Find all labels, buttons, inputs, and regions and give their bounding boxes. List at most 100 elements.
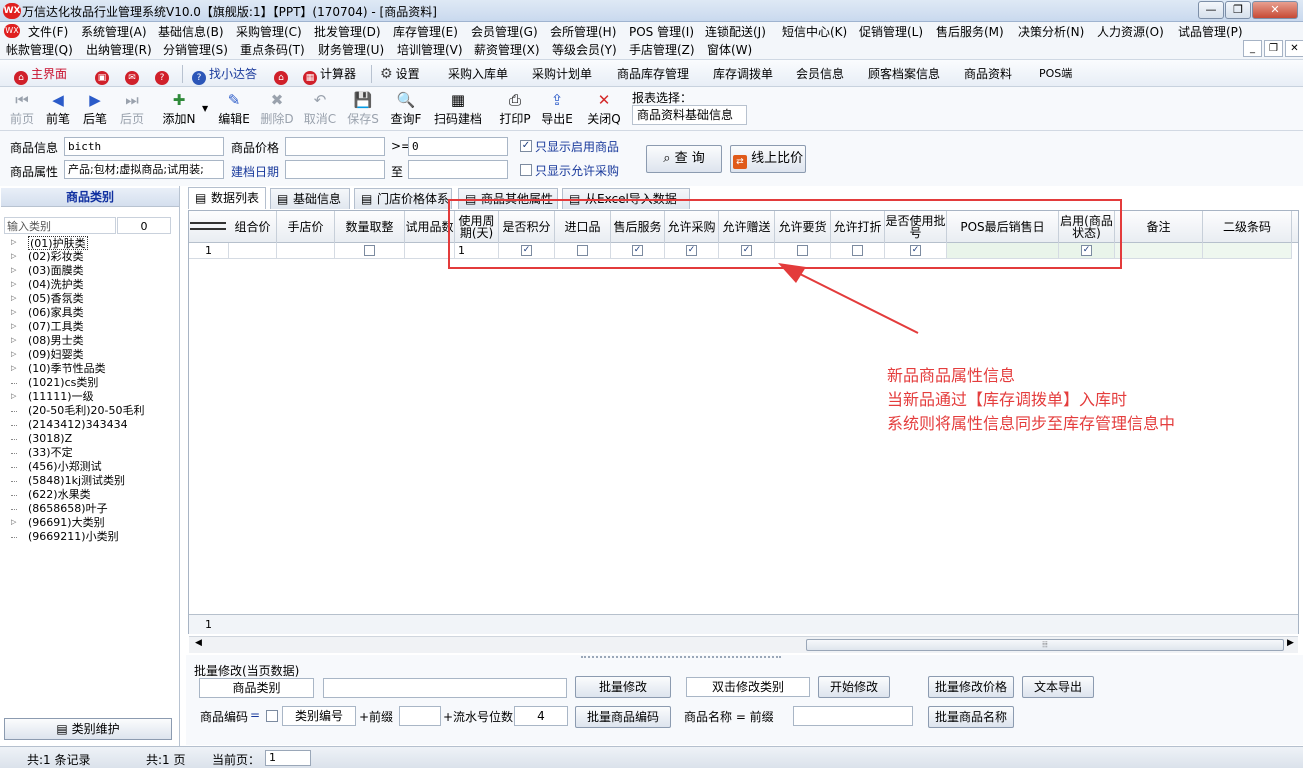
help-shortcut[interactable]: ? bbox=[155, 65, 172, 85]
close-window-button[interactable]: ✕ bbox=[1252, 1, 1298, 19]
menu-aftersale[interactable]: 售后服务(M) bbox=[936, 23, 1004, 41]
tree-expand-icon[interactable]: ▷ bbox=[11, 294, 16, 302]
menu-purchase[interactable]: 采购管理(C) bbox=[236, 23, 302, 41]
col-secondary-barcode-header[interactable]: 二级条码 bbox=[1203, 211, 1292, 243]
col-qty-round-header[interactable]: 数量取整 bbox=[335, 211, 405, 243]
category-tree-item[interactable]: (04)洗护类 bbox=[28, 278, 84, 292]
category-tree-item[interactable]: (07)工具类 bbox=[28, 320, 84, 334]
category-tree-item[interactable]: (8658658)叶子 bbox=[28, 502, 108, 516]
menu-finance[interactable]: 财务管理(U) bbox=[318, 41, 384, 59]
menu-accounts[interactable]: 帐款管理(Q) bbox=[6, 41, 73, 59]
price-to-input[interactable]: 0 bbox=[408, 137, 508, 156]
tree-expand-icon[interactable]: ▷ bbox=[11, 308, 16, 316]
prefix-input[interactable] bbox=[399, 706, 441, 726]
link-product-info[interactable]: 商品资料 bbox=[964, 65, 1012, 83]
mdi-restore-button[interactable]: ❐ bbox=[1264, 40, 1283, 57]
print-button[interactable]: ⎙ 打印P bbox=[495, 89, 535, 129]
double-click-category-field[interactable]: 双击修改类别 bbox=[686, 677, 810, 697]
only-allow-purchase-checkbox[interactable] bbox=[520, 164, 532, 176]
category-tree-item[interactable]: (3018)Z bbox=[28, 432, 72, 446]
category-tree-item[interactable]: (08)男士类 bbox=[28, 334, 84, 348]
tree-expand-icon[interactable]: ▷ bbox=[11, 238, 16, 246]
horizontal-scrollbar[interactable]: ◀ ⦙⦙⦙ ▶ bbox=[189, 636, 1298, 653]
maximize-button[interactable]: ❐ bbox=[1225, 1, 1251, 19]
splitter-handle[interactable] bbox=[581, 656, 781, 658]
category-maintain-button[interactable]: ▤ 类别维护 bbox=[4, 718, 172, 740]
tree-expand-icon[interactable]: ▷ bbox=[11, 252, 16, 260]
menu-club[interactable]: 会所管理(H) bbox=[550, 23, 616, 41]
link-purchase-plan[interactable]: 采购计划单 bbox=[532, 65, 592, 83]
category-tree-item[interactable]: (05)香氛类 bbox=[28, 292, 84, 306]
last-page-button[interactable]: ⏭ 后页 bbox=[112, 89, 152, 129]
tab-store-price[interactable]: ▤ 门店价格体系 bbox=[354, 188, 452, 209]
mdi-close-button[interactable]: ✕ bbox=[1285, 40, 1303, 57]
menu-chain[interactable]: 连锁配送(J) bbox=[705, 23, 766, 41]
category-tree-item[interactable]: (10)季节性品类 bbox=[28, 362, 106, 376]
edit-button[interactable]: ✎ 编辑E bbox=[214, 89, 254, 129]
category-tree-item[interactable]: (96691)大类别 bbox=[28, 516, 105, 530]
col-remark-header[interactable]: 备注 bbox=[1115, 211, 1203, 243]
category-search-input[interactable]: 输入类别 bbox=[4, 217, 116, 234]
scroll-thumb[interactable]: ⦙⦙⦙ bbox=[806, 639, 1284, 651]
tree-expand-icon[interactable]: ▷ bbox=[11, 518, 16, 526]
previous-record-button[interactable]: ◀ 前笔 bbox=[38, 89, 78, 129]
menu-analysis[interactable]: 决策分析(N) bbox=[1018, 23, 1084, 41]
add-dropdown-icon[interactable]: ▼ bbox=[202, 104, 208, 113]
menu-promotion[interactable]: 促销管理(L) bbox=[859, 23, 923, 41]
menu-distribution[interactable]: 分销管理(S) bbox=[163, 41, 228, 59]
scroll-right-icon[interactable]: ▶ bbox=[1287, 638, 1294, 648]
home-shortcut[interactable]: ⌂ bbox=[274, 65, 291, 85]
online-compare-button[interactable]: ⇄ 线上比价 bbox=[730, 145, 806, 173]
batch-name-button[interactable]: 批量商品名称 bbox=[928, 706, 1014, 728]
text-export-button[interactable]: 文本导出 bbox=[1022, 676, 1094, 698]
tree-expand-icon[interactable]: ▷ bbox=[11, 322, 16, 330]
link-inventory-management[interactable]: 商品库存管理 bbox=[617, 65, 689, 83]
menu-basic-info[interactable]: 基础信息(B) bbox=[158, 23, 224, 41]
menu-level-member[interactable]: 等级会员(Y) bbox=[552, 41, 617, 59]
tree-expand-icon[interactable]: ▷ bbox=[11, 280, 16, 288]
batch-category-input[interactable] bbox=[323, 678, 567, 698]
menu-sms[interactable]: 短信中心(K) bbox=[782, 23, 847, 41]
scan-create-button[interactable]: ▦ 扫码建档 bbox=[432, 89, 484, 129]
link-pos[interactable]: POS端 bbox=[1039, 65, 1072, 83]
col-secondary-barcode-cell[interactable] bbox=[1203, 243, 1292, 259]
start-modify-button[interactable]: 开始修改 bbox=[818, 676, 890, 698]
menu-inventory[interactable]: 库存管理(E) bbox=[393, 23, 458, 41]
current-page-input[interactable]: 1 bbox=[265, 750, 311, 766]
price-from-input[interactable] bbox=[285, 137, 385, 156]
menu-hr[interactable]: 人力资源(O) bbox=[1097, 23, 1164, 41]
col-remark-cell[interactable] bbox=[1115, 243, 1203, 259]
query-filter-button[interactable]: ⌕ 查 询 bbox=[646, 145, 722, 173]
col-store-price-cell[interactable] bbox=[277, 243, 335, 259]
tree-expand-icon[interactable]: ▷ bbox=[11, 266, 16, 274]
find-helper-link[interactable]: ? 找小达答 bbox=[192, 65, 257, 85]
category-tree-item[interactable]: (456)小郑测试 bbox=[28, 460, 102, 474]
link-purchase-inbound[interactable]: 采购入库单 bbox=[448, 65, 508, 83]
add-button[interactable]: ✚ 添加N bbox=[157, 89, 201, 129]
grid-checkbox[interactable] bbox=[364, 245, 375, 256]
category-tree-item[interactable]: (01)护肤类 bbox=[28, 236, 88, 250]
name-prefix-input[interactable] bbox=[793, 706, 913, 726]
close-form-button[interactable]: ✕ 关闭Q bbox=[584, 89, 624, 129]
settings-link[interactable]: ⚙ 设置 bbox=[380, 65, 420, 83]
product-info-input[interactable]: bicth bbox=[64, 137, 224, 156]
scroll-left-icon[interactable]: ◀ bbox=[195, 638, 202, 648]
report-select[interactable]: 商品资料基础信息 bbox=[632, 105, 747, 125]
batch-code-button[interactable]: 批量商品编码 bbox=[575, 706, 671, 728]
menu-wholesale[interactable]: 批发管理(D) bbox=[314, 23, 381, 41]
category-tree-item[interactable]: (622)水果类 bbox=[28, 488, 91, 502]
home-link[interactable]: ⌂ 主界面 bbox=[14, 65, 67, 85]
menu-window[interactable]: 窗体(W) bbox=[707, 41, 752, 59]
menu-salary[interactable]: 薪资管理(X) bbox=[474, 41, 540, 59]
serial-digits-input[interactable]: 4 bbox=[514, 706, 568, 726]
menu-pos[interactable]: POS 管理(I) bbox=[629, 23, 694, 41]
tree-expand-icon[interactable]: ▷ bbox=[11, 350, 16, 358]
col-combo-price-header[interactable]: 组合价 bbox=[229, 211, 277, 243]
category-tree-item[interactable]: (5848)1kj测试类别 bbox=[28, 474, 125, 488]
menu-trial[interactable]: 试品管理(P) bbox=[1178, 23, 1243, 41]
batch-modify-price-button[interactable]: 批量修改价格 bbox=[928, 676, 1014, 698]
menu-system[interactable]: 系统管理(A) bbox=[81, 23, 147, 41]
menu-barcode[interactable]: 重点条码(T) bbox=[240, 41, 305, 59]
menu-training[interactable]: 培训管理(V) bbox=[397, 41, 463, 59]
category-tree-item[interactable]: (09)妇婴类 bbox=[28, 348, 84, 362]
